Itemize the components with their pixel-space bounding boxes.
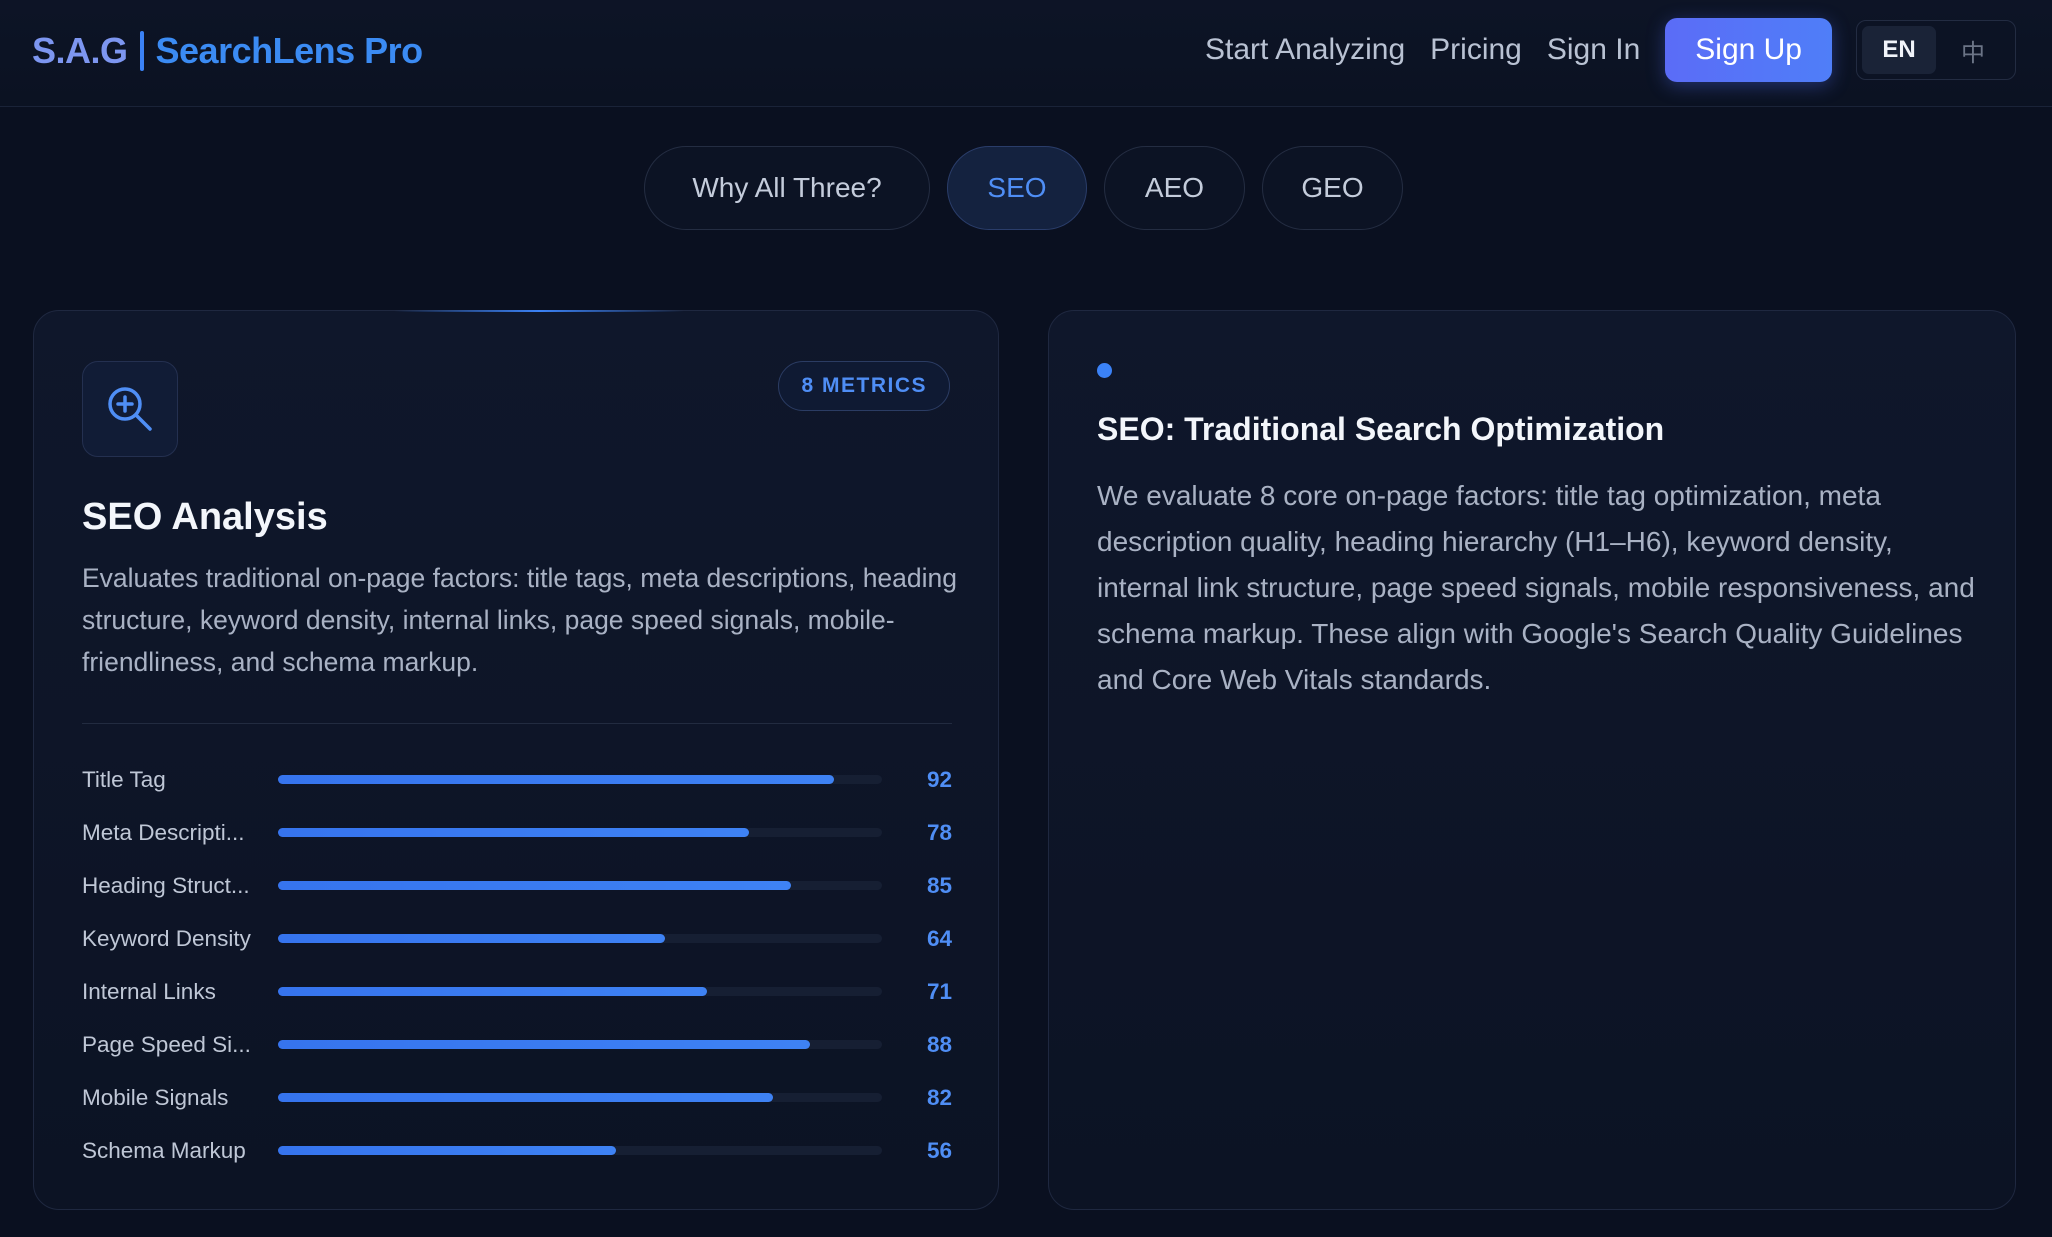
metric-bar-track (278, 1093, 882, 1102)
metric-bar-track (278, 934, 882, 943)
nav-link-start-analyzing[interactable]: Start Analyzing (1205, 33, 1405, 67)
metric-bar-track (278, 775, 882, 784)
metric-row: Schema Markup 56 (82, 1124, 952, 1177)
metric-row: Page Speed Si... 88 (82, 1018, 952, 1071)
metric-bar-fill (278, 1093, 774, 1102)
tab-seo[interactable]: SEO (947, 146, 1087, 230)
main-nav: Start Analyzing Pricing Sign In Sign Up … (1205, 18, 2016, 82)
metric-label: Page Speed Si... (82, 1031, 251, 1057)
metric-bar-track (278, 987, 882, 996)
card-top-glow (394, 310, 684, 312)
brand-product-name: SearchLens Pro (155, 30, 424, 71)
nav-link-sign-in[interactable]: Sign In (1547, 33, 1640, 67)
language-option-zh[interactable]: 中 (1936, 26, 2010, 74)
metric-bar-fill (278, 934, 665, 943)
analysis-tabs: Why All Three? SEO AEO GEO (644, 146, 1420, 230)
metric-bar-fill (278, 987, 707, 996)
card-title: SEO Analysis (82, 496, 328, 538)
metric-score: 64 (926, 925, 952, 951)
metric-bar-track (278, 1146, 882, 1155)
metric-label: Internal Links (82, 978, 216, 1004)
metric-bar-fill (278, 828, 750, 837)
detail-title: SEO: Traditional Search Optimization (1097, 411, 1665, 447)
metric-label: Schema Markup (82, 1137, 246, 1163)
analysis-icon-box (82, 361, 178, 457)
seo-analysis-card: 8 METRICS SEO Analysis Evaluates traditi… (33, 310, 999, 1210)
seo-detail-card: SEO: Traditional Search Optimization We … (1048, 310, 2016, 1210)
tab-aeo[interactable]: AEO (1104, 146, 1245, 230)
metric-bar-track (278, 1040, 882, 1049)
metric-label: Mobile Signals (82, 1084, 229, 1110)
metric-bar-fill (278, 775, 834, 784)
metric-row: Internal Links 71 (82, 965, 952, 1018)
metric-row: Meta Descripti... 78 (82, 806, 952, 859)
metric-score: 56 (926, 1137, 952, 1163)
brand-short-name: S.A.G (32, 30, 128, 71)
top-navigation-bar: S.A.G SearchLens Pro Start Analyzing Pri… (0, 0, 2052, 107)
zoom-in-icon (108, 387, 152, 431)
accent-dot (1097, 363, 1112, 378)
metric-score: 92 (926, 766, 952, 792)
detail-body: We evaluate 8 core on-page factors: titl… (1097, 480, 1975, 695)
metric-label: Meta Descripti... (82, 819, 245, 845)
metric-label: Heading Struct... (82, 872, 250, 898)
metric-bar-fill (278, 881, 792, 890)
metric-bar-track (278, 881, 882, 890)
metric-bar-track (278, 828, 882, 837)
sign-up-button[interactable]: Sign Up (1665, 18, 1832, 82)
metric-row: Heading Struct... 85 (82, 859, 952, 912)
language-option-en[interactable]: EN (1862, 26, 1936, 74)
brand-divider (139, 31, 144, 71)
metric-score: 71 (926, 978, 952, 1004)
metric-score: 88 (926, 1031, 952, 1057)
metric-label: Title Tag (82, 766, 166, 792)
language-switcher: EN 中 (1856, 20, 2016, 80)
card-description: Evaluates traditional on-page factors: t… (82, 563, 958, 677)
metric-score: 85 (926, 872, 952, 898)
metrics-count-badge: 8 METRICS (778, 361, 950, 411)
metric-row: Mobile Signals 82 (82, 1071, 952, 1124)
metric-row: Title Tag 92 (82, 753, 952, 806)
metric-bar-fill (278, 1040, 810, 1049)
metric-bar-fill (278, 1146, 617, 1155)
tab-geo[interactable]: GEO (1262, 146, 1403, 230)
metric-score: 78 (926, 819, 952, 845)
metric-row: Keyword Density 64 (82, 912, 952, 965)
card-divider (82, 723, 952, 724)
brand-logo[interactable]: S.A.G SearchLens Pro (32, 28, 423, 74)
metrics-list: Title Tag 92 Meta Descripti... 78 Heading St… (82, 753, 952, 1177)
tab-why-all-three[interactable]: Why All Three? (644, 146, 930, 230)
metric-label: Keyword Density (82, 925, 251, 951)
metric-score: 82 (926, 1084, 952, 1110)
nav-link-pricing[interactable]: Pricing (1430, 33, 1522, 67)
